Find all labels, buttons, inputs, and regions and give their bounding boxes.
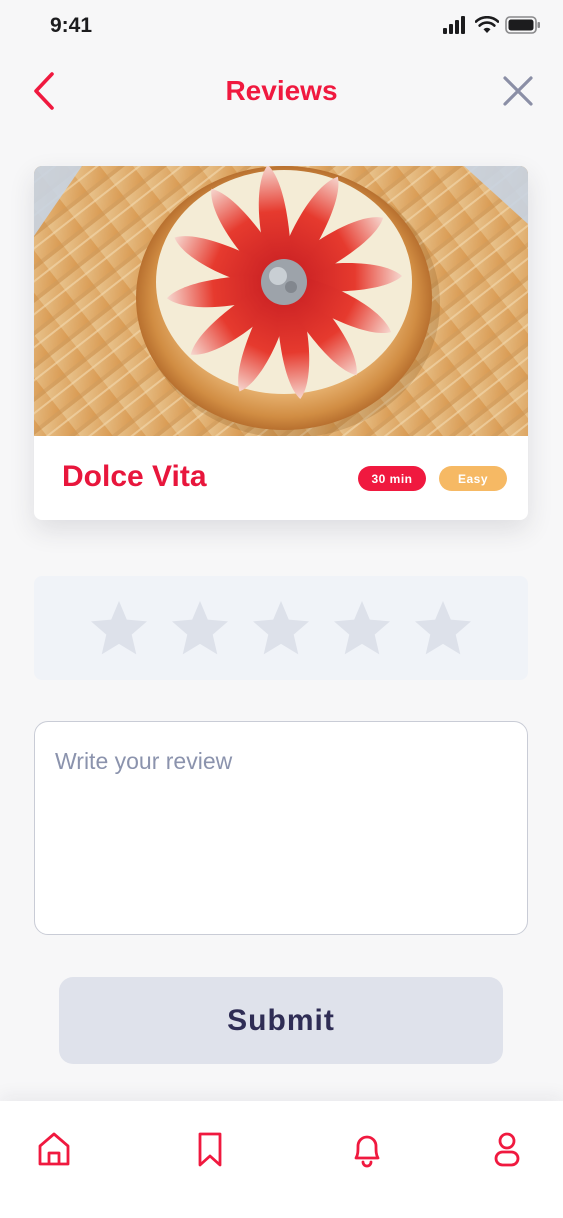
tab-home[interactable] [34, 1129, 74, 1169]
time-badge: 30 min [358, 466, 426, 491]
star-rating[interactable] [89, 600, 473, 656]
header: Reviews [0, 62, 563, 120]
bookmark-icon [198, 1132, 222, 1167]
difficulty-badge: Easy [439, 466, 507, 491]
tab-notifications[interactable] [347, 1129, 387, 1169]
home-icon [38, 1132, 70, 1166]
tab-profile[interactable] [487, 1129, 527, 1169]
review-box [34, 721, 528, 935]
rating-box [34, 576, 528, 680]
star-icon-1[interactable] [89, 600, 149, 656]
star-icon-2[interactable] [170, 600, 230, 656]
page-title: Reviews [225, 75, 338, 106]
bell-icon [354, 1135, 380, 1168]
recipe-name: Dolce Vita [62, 460, 207, 493]
tab-saved[interactable] [190, 1129, 230, 1169]
recipe-image [34, 166, 528, 436]
user-icon [494, 1132, 520, 1167]
battery-icon [505, 16, 540, 34]
tab-bar [0, 1101, 563, 1218]
star-icon-4[interactable] [332, 600, 392, 656]
star-icon-3[interactable] [251, 600, 311, 656]
wifi-icon [475, 16, 499, 33]
status-time: 9:41 [50, 14, 93, 37]
close-button[interactable] [499, 72, 537, 110]
star-icon-5[interactable] [413, 600, 473, 656]
recipe-card[interactable]: Dolce Vita 30 min Easy [34, 166, 528, 520]
signal-icon [443, 16, 465, 34]
close-icon [503, 76, 533, 106]
status-bar: 9:41 [0, 0, 563, 54]
status-icons [443, 16, 541, 34]
submit-button[interactable]: Submit [59, 977, 503, 1064]
review-input[interactable] [55, 748, 507, 914]
